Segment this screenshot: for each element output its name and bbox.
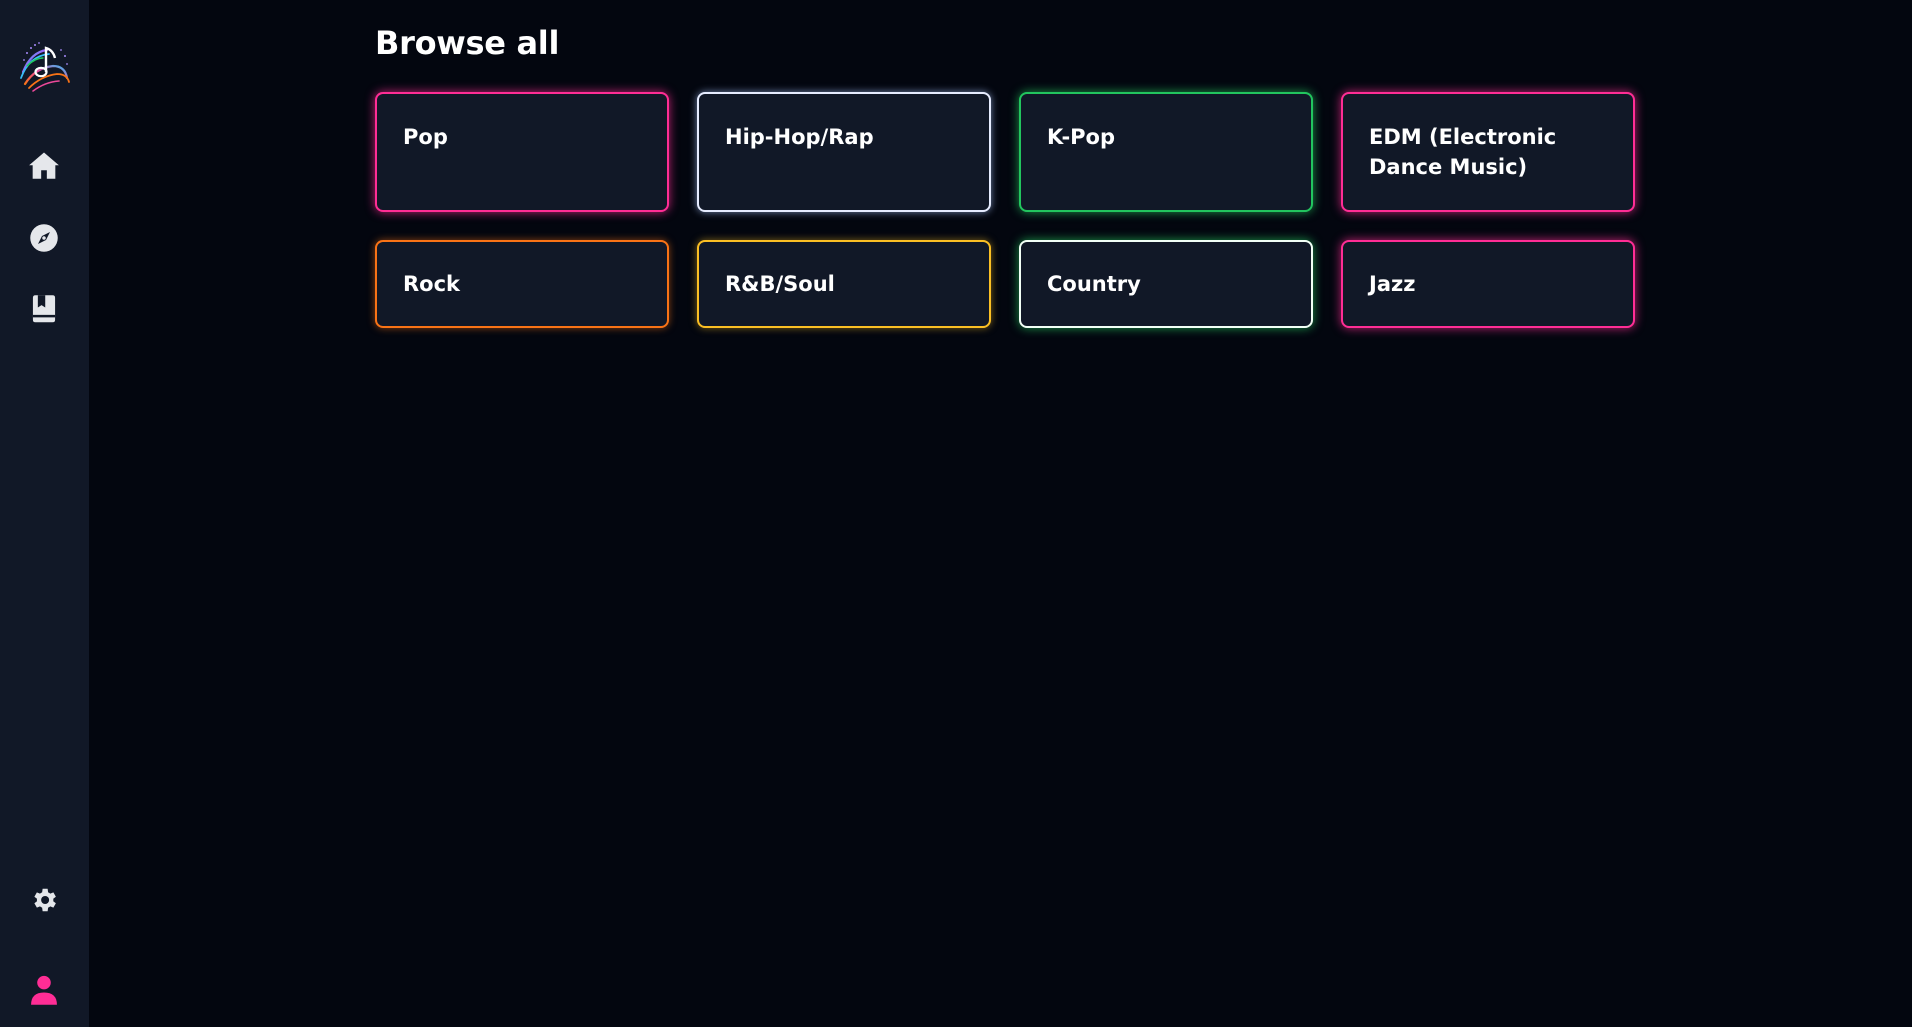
genre-card-jazz[interactable]: Jazz bbox=[1341, 240, 1635, 328]
page-title: Browse all bbox=[375, 24, 560, 62]
music-note-logo-icon[interactable] bbox=[17, 38, 73, 94]
genre-label: Country bbox=[1047, 272, 1141, 296]
gear-icon bbox=[34, 888, 56, 912]
home-icon bbox=[29, 152, 59, 179]
genre-label: Hip-Hop/Rap bbox=[725, 125, 874, 149]
genre-label: Pop bbox=[403, 125, 448, 149]
app: Browse all Pop Hip-Hop/Rap K-Pop EDM (El… bbox=[0, 0, 1912, 1027]
genre-label: K-Pop bbox=[1047, 125, 1116, 149]
explore-button[interactable] bbox=[22, 216, 66, 260]
genre-card-edm[interactable]: EDM (Electronic Dance Music) bbox=[1341, 92, 1635, 212]
genre-label: EDM (Electronic Dance Music) bbox=[1369, 125, 1557, 179]
genre-card-hip-hop-rap[interactable]: Hip-Hop/Rap bbox=[697, 92, 991, 212]
sidebar bbox=[0, 0, 89, 1027]
genre-label: Rock bbox=[403, 272, 461, 296]
home-button[interactable] bbox=[22, 144, 66, 188]
settings-button[interactable] bbox=[22, 878, 66, 922]
genre-label: Jazz bbox=[1369, 272, 1416, 296]
genre-card-rock[interactable]: Rock bbox=[375, 240, 669, 328]
profile-button[interactable] bbox=[22, 968, 66, 1012]
genre-card-pop[interactable]: Pop bbox=[375, 92, 669, 212]
genre-label: R&B/Soul bbox=[725, 272, 835, 296]
genre-card-country[interactable]: Country bbox=[1019, 240, 1313, 328]
genre-card-rnb-soul[interactable]: R&B/Soul bbox=[697, 240, 991, 328]
main-content: Browse all Pop Hip-Hop/Rap K-Pop EDM (El… bbox=[89, 0, 1912, 1027]
genre-grid: Pop Hip-Hop/Rap K-Pop EDM (Electronic Da… bbox=[375, 92, 1637, 328]
user-icon bbox=[31, 975, 57, 1005]
genre-card-k-pop[interactable]: K-Pop bbox=[1019, 92, 1313, 212]
compass-icon bbox=[30, 224, 58, 252]
library-button[interactable] bbox=[22, 288, 66, 332]
library-icon bbox=[32, 295, 56, 323]
